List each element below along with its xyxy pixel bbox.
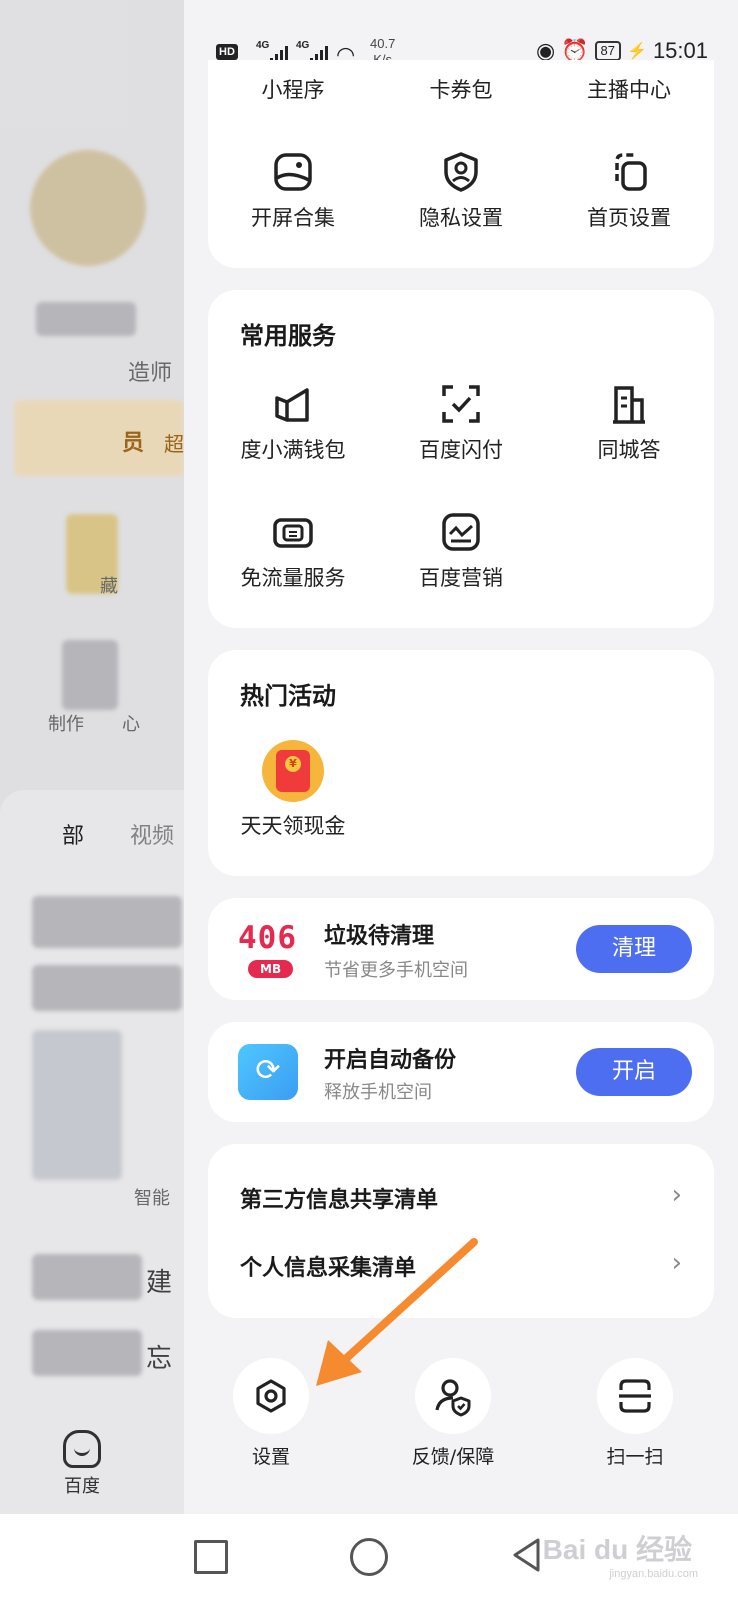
image-frame-icon — [274, 153, 312, 191]
quick-pay-item[interactable]: 百度闪付 — [376, 382, 546, 464]
recent-apps-button[interactable] — [194, 1540, 228, 1574]
coupon-wallet-item[interactable]: 卡券包 — [376, 74, 546, 104]
back-button[interactable] — [510, 1536, 542, 1574]
hd-badge: HD — [216, 44, 238, 60]
privacy-settings-item[interactable]: 隐私设置 — [376, 150, 546, 232]
annotation-arrow — [316, 1238, 478, 1386]
junk-subtitle: 节省更多手机空间 — [324, 960, 468, 981]
chart-card-icon — [442, 513, 480, 551]
chevron-right-icon: › — [671, 1248, 682, 1278]
red-envelope-icon — [262, 740, 324, 802]
hot-activities-card: 热门活动 天天领现金 — [208, 650, 714, 876]
third-party-sharing-list-link[interactable]: 第三方信息共享清单 › — [240, 1180, 682, 1214]
shield-user-icon — [444, 152, 478, 192]
anchor-center-item[interactable]: 主播中心 — [544, 74, 714, 104]
wallet-icon — [275, 388, 309, 422]
marketing-item[interactable]: 百度营销 — [376, 510, 546, 592]
watermark-url: jingyan.baidu.com — [609, 1568, 698, 1580]
data-card-icon — [273, 518, 313, 548]
wallet-item[interactable]: 度小满钱包 — [208, 382, 378, 464]
data-free-item[interactable]: 免流量服务 — [208, 510, 378, 592]
system-nav-bar: Bai du 经验 jingyan.baidu.com — [0, 1514, 738, 1600]
junk-size-unit: MB — [248, 960, 294, 978]
building-icon — [613, 386, 645, 424]
splash-collection-item[interactable]: 开屏合集 — [208, 150, 378, 232]
backup-sync-icon — [238, 1044, 298, 1100]
battery-indicator: 87 — [594, 41, 622, 61]
scan-button[interactable]: 扫一扫 — [580, 1358, 690, 1469]
settings-hexagon-icon — [256, 1379, 286, 1413]
auto-backup-card: 开启自动备份 释放手机空间 开启 — [208, 1022, 714, 1122]
watermark: Bai du 经验 — [542, 1534, 692, 1565]
tools-card: 小程序 卡券包 主播中心 开屏合集 隐私设置 首页设置 — [208, 60, 714, 268]
common-services-card: 常用服务 度小满钱包 百度闪付 同城答 免流量服务 百度营销 — [208, 290, 714, 628]
home-button[interactable] — [350, 1538, 388, 1576]
section-title: 热门活动 — [240, 682, 336, 710]
net-type-1: 4G — [256, 40, 270, 51]
pages-copy-icon — [615, 153, 647, 191]
chevron-right-icon: › — [671, 1180, 682, 1210]
net-type-2: 4G — [296, 40, 310, 51]
scan-icon — [619, 1379, 651, 1413]
enable-backup-button[interactable]: 开启 — [576, 1048, 692, 1096]
junk-size-value: 406 — [238, 920, 297, 956]
charging-icon: ⚡ — [627, 43, 647, 60]
daily-cash-item[interactable]: 天天领现金 — [208, 740, 378, 840]
backup-subtitle: 释放手机空间 — [324, 1082, 432, 1103]
backup-title: 开启自动备份 — [324, 1048, 457, 1073]
junk-clean-card: 406 MB 垃圾待清理 节省更多手机空间 清理 — [208, 898, 714, 1000]
homepage-settings-item[interactable]: 首页设置 — [544, 150, 714, 232]
scan-check-icon — [442, 385, 480, 423]
background-page: 造师 员 超 藏 制作 心 部 视频 智能 建 忘 百度 — [0, 0, 184, 1514]
section-title: 常用服务 — [240, 322, 336, 350]
junk-title: 垃圾待清理 — [324, 924, 435, 949]
local-qa-item[interactable]: 同城答 — [544, 382, 714, 464]
mini-program-item[interactable]: 小程序 — [208, 74, 378, 104]
clean-button[interactable]: 清理 — [576, 925, 692, 973]
